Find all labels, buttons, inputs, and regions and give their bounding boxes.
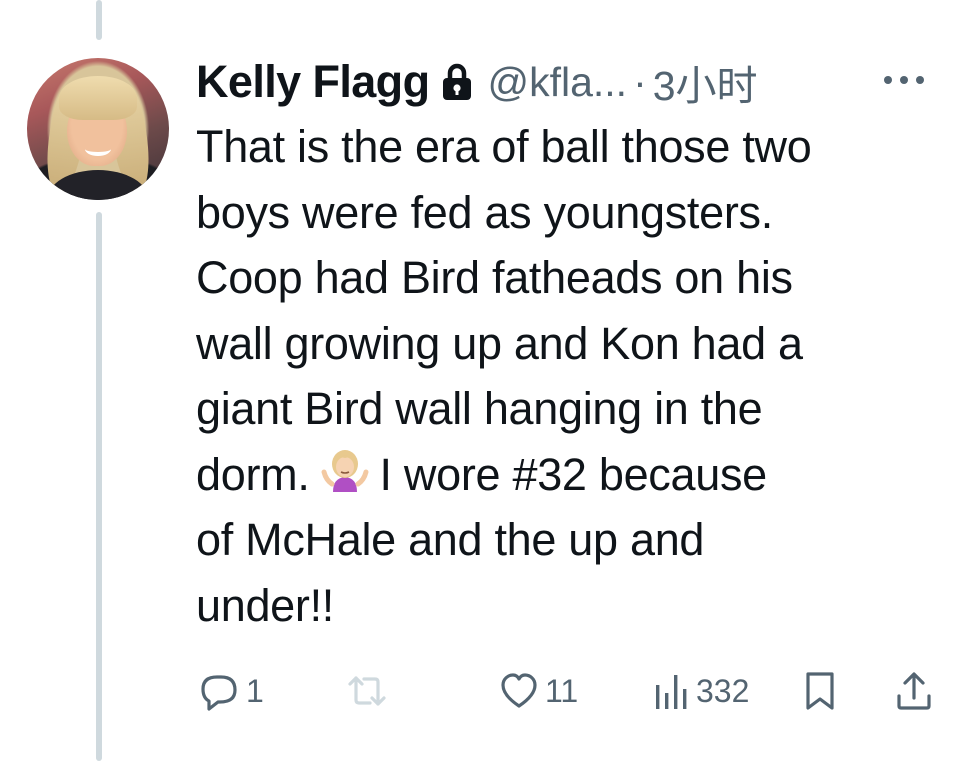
tweet-actions: 1 11 332	[0, 668, 960, 714]
thread-line-top	[96, 0, 102, 40]
share-button[interactable]	[894, 668, 934, 714]
lock-icon	[441, 63, 473, 101]
bookmark-button[interactable]	[804, 668, 836, 714]
tweet-line: boys were fed as youngsters.	[196, 186, 773, 238]
tweet-header: Kelly Flagg @kfla... · 3小时	[196, 52, 758, 112]
reply-icon	[201, 675, 237, 711]
views-button[interactable]: 332	[652, 668, 749, 714]
tweet-line: giant Bird wall hanging in the	[196, 383, 763, 434]
more-horizontal-icon[interactable]	[878, 66, 930, 94]
tweet-line: That is the era of ball those two	[196, 121, 812, 172]
tweet-line-with-emoji: dorm. I wore #32 because	[196, 442, 936, 508]
views-count: 332	[696, 672, 750, 709]
separator-dot: ·	[633, 58, 647, 105]
author-name[interactable]: Kelly Flagg	[196, 56, 430, 108]
like-button[interactable]: 11	[499, 668, 578, 714]
tweet-line: wall growing up and Kon had a	[196, 317, 803, 369]
tweet-text-segment: dorm.	[196, 448, 310, 500]
bookmark-icon	[806, 672, 834, 710]
reply-button[interactable]: 1	[198, 668, 264, 714]
like-count: 11	[545, 672, 579, 709]
tweet-text: That is the era of ball those two boys w…	[196, 114, 936, 638]
avatar[interactable]	[27, 58, 169, 200]
views-chart-icon	[656, 675, 687, 709]
author-handle[interactable]: @kfla...	[487, 59, 627, 106]
heart-icon	[501, 673, 537, 708]
retweet-icon	[348, 676, 386, 706]
share-icon	[897, 672, 931, 710]
retweet-button[interactable]	[344, 668, 396, 714]
person-shrugging-emoji	[318, 448, 372, 498]
tweet-line: of McHale and the up and	[196, 514, 705, 565]
reply-count: 1	[246, 672, 264, 709]
tweet-text-segment: I wore #32 because	[379, 448, 768, 500]
tweet-line: under!!	[196, 579, 334, 631]
avatar-smile	[85, 142, 111, 156]
timestamp[interactable]: 3小时	[653, 52, 758, 112]
avatar-hair-top	[59, 76, 137, 120]
tweet-line: Coop had Bird fatheads on his	[196, 252, 793, 303]
